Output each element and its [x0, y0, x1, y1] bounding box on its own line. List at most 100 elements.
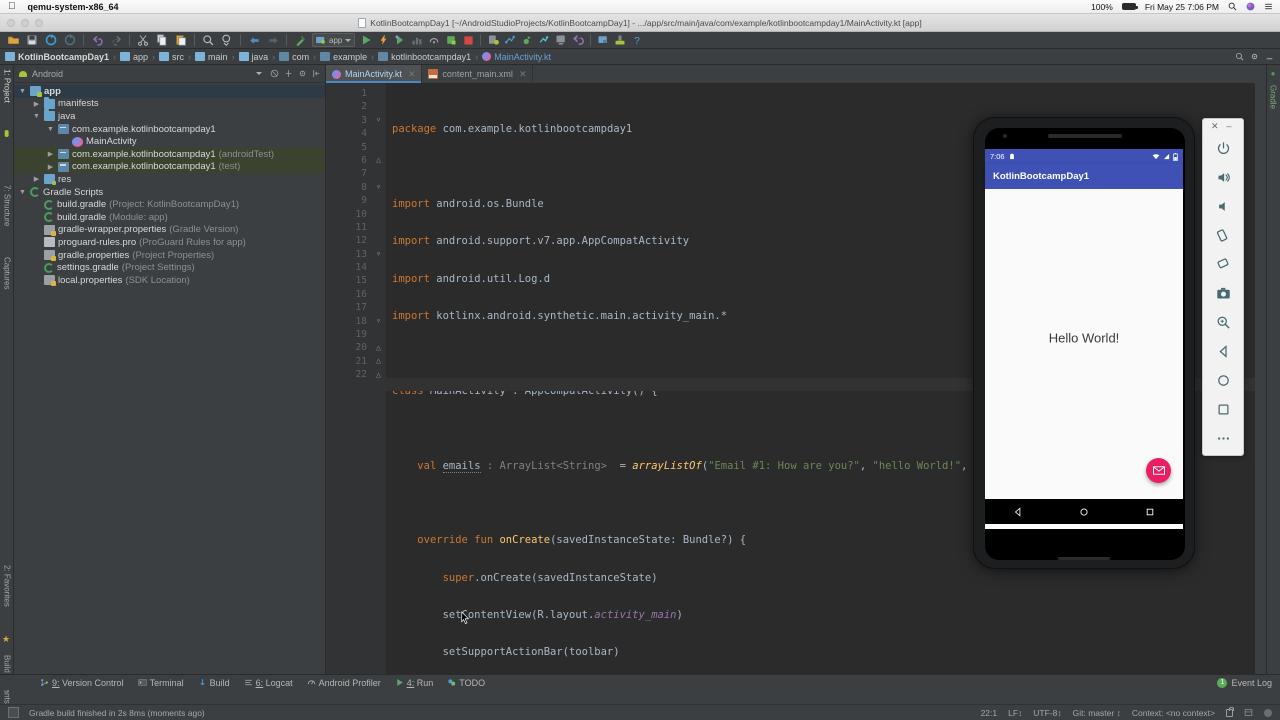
settings-gear-icon[interactable]	[298, 69, 307, 78]
floating-action-button[interactable]	[1146, 458, 1171, 483]
paste-icon[interactable]	[172, 33, 190, 48]
run-icon[interactable]	[358, 33, 374, 48]
build-hammer-icon[interactable]	[291, 33, 309, 48]
status-message[interactable]: Gradle build finished in 2s 8ms (moments…	[29, 708, 205, 718]
tool-window-run[interactable]: 4: Run	[395, 678, 433, 688]
save-all-icon[interactable]	[23, 33, 41, 48]
run-configuration-selector[interactable]: app	[312, 33, 356, 47]
sidebar-item-structure[interactable]: 7: Structure	[0, 185, 14, 251]
tree-node[interactable]: ▶ res	[14, 173, 325, 186]
android-emulator-window[interactable]: 7:06 KotlinBootcampDay1 Hello World!	[973, 117, 1195, 569]
emulator-close-button[interactable]: ✕	[1211, 122, 1219, 131]
breadcrumb-item-java[interactable]: java	[238, 52, 268, 62]
project-structure-icon[interactable]	[595, 33, 611, 48]
power-icon[interactable]	[1202, 134, 1244, 163]
breadcrumb-item-project[interactable]: KotlinBootcampDay1	[5, 52, 109, 62]
settings-icon[interactable]	[612, 33, 628, 48]
project-tree[interactable]: ▼ app ▶ manifests ▼ java ▼ com.example.kotlinbo…	[14, 83, 325, 289]
tool-window-logcat[interactable]: 6: Logcat	[244, 678, 293, 688]
zoom-icon[interactable]	[1202, 308, 1244, 337]
line-separator-selector[interactable]: LF↕	[1008, 708, 1022, 718]
debug-icon[interactable]	[375, 33, 391, 48]
breadcrumb-item-file[interactable]: MainActivity.kt	[482, 52, 551, 62]
tree-node[interactable]: settings.gradle (Project Settings)	[14, 261, 325, 274]
recents-square-icon[interactable]	[1145, 507, 1155, 517]
back-triangle-icon[interactable]	[1013, 506, 1023, 517]
tree-expand-arrow-icon[interactable]: ▼	[18, 88, 27, 95]
layout-inspector-icon[interactable]	[536, 33, 552, 48]
refresh-icon[interactable]	[61, 33, 79, 48]
hide-panel-icon[interactable]	[312, 69, 321, 78]
back-icon[interactable]	[245, 33, 263, 48]
emulator-minimize-button[interactable]: –	[1227, 122, 1232, 131]
event-log-button[interactable]: 1 Event Log	[1217, 677, 1272, 688]
cut-icon[interactable]	[134, 33, 152, 48]
tree-node[interactable]: build.gradle (Project: KotlinBootcampDay1…	[14, 198, 325, 211]
fold-imports-icon[interactable]: ▿	[374, 115, 383, 124]
tool-window-todo[interactable]: TODO	[447, 678, 485, 688]
overview-icon[interactable]	[1202, 395, 1244, 424]
copy-icon[interactable]	[153, 33, 171, 48]
open-folder-icon[interactable]	[4, 33, 22, 48]
tool-window-version-control[interactable]: 9: Version Control	[40, 678, 124, 688]
breadcrumb-item-main[interactable]: main	[195, 52, 228, 62]
git-branch-selector[interactable]: Git: master ↕	[1073, 708, 1121, 718]
sidebar-item-project[interactable]: 1: Project	[0, 69, 14, 127]
screenshot-camera-icon[interactable]	[1202, 279, 1244, 308]
emulator-screen[interactable]: 7:06 KotlinBootcampDay1 Hello World!	[985, 149, 1183, 529]
sdk-manager-icon[interactable]	[502, 33, 518, 48]
rotate-left-icon[interactable]	[1202, 221, 1244, 250]
tree-expand-arrow-icon[interactable]: ▶	[46, 163, 55, 171]
tree-node[interactable]: proguard-rules.pro (ProGuard Rules for ap…	[14, 236, 325, 249]
window-maximize-button[interactable]	[35, 19, 43, 27]
settings-gear-icon[interactable]	[1250, 52, 1259, 61]
tree-node[interactable]: gradle.properties (Project Properties)	[14, 249, 325, 262]
apple-logo-icon[interactable]: 	[8, 1, 16, 12]
window-controls[interactable]	[7, 19, 43, 27]
fold-end2-icon[interactable]: △	[374, 356, 383, 365]
tree-expand-arrow-icon[interactable]: ▼	[46, 126, 55, 133]
tree-node[interactable]: ▼ app	[14, 85, 325, 98]
tree-node[interactable]: ▶ com.example.kotlinbootcampday1 (androidT…	[14, 147, 325, 161]
tree-expand-arrow-icon[interactable]: ▼	[18, 189, 27, 196]
run-with-coverage-icon[interactable]	[392, 33, 408, 48]
help-icon[interactable]: ?	[629, 33, 645, 48]
chevron-down-icon[interactable]	[256, 72, 262, 75]
menubar-clock[interactable]: Fri May 25 7:06 PM	[1145, 2, 1219, 12]
memory-indicator-icon[interactable]	[1264, 708, 1272, 717]
tree-expand-arrow-icon[interactable]: ▼	[32, 113, 41, 120]
volume-down-icon[interactable]	[1202, 192, 1244, 221]
fold-class-icon[interactable]: ▿	[374, 182, 383, 191]
chevron-down-icon[interactable]	[345, 38, 352, 42]
breadcrumb-item-com[interactable]: com	[279, 52, 309, 62]
stop-process-icon[interactable]	[460, 33, 476, 48]
notification-center-icon[interactable]	[1264, 2, 1273, 11]
lock-icon[interactable]	[1226, 706, 1234, 717]
breadcrumb-item-example[interactable]: example	[320, 52, 367, 62]
tool-window-android-profiler[interactable]: Android Profiler	[307, 678, 381, 688]
close-icon[interactable]: ✕	[408, 69, 416, 80]
tree-expand-arrow-icon[interactable]: ▶	[32, 175, 41, 183]
siri-icon[interactable]	[1246, 2, 1255, 11]
tree-node[interactable]: ▼ java	[14, 109, 325, 123]
project-view-selector[interactable]: Android	[32, 69, 63, 79]
tree-node[interactable]: build.gradle (Module: app)	[14, 211, 325, 224]
app-content-area[interactable]: Hello World!	[985, 189, 1183, 499]
encoding-selector[interactable]: UTF-8↕	[1033, 708, 1061, 718]
attach-debugger-icon[interactable]	[426, 33, 442, 48]
sidebar-item-captures[interactable]: Captures	[0, 257, 14, 321]
tree-node[interactable]: ▼ com.example.kotlinbootcampday1	[14, 123, 325, 136]
fold-oncreate-icon[interactable]: ▿	[374, 249, 383, 258]
tree-node[interactable]: local.properties (SDK Location)	[14, 274, 325, 287]
fold-imports-end-icon[interactable]: △	[374, 155, 383, 164]
background-tasks-icon[interactable]	[8, 707, 19, 718]
spotlight-search-icon[interactable]	[1228, 2, 1237, 11]
home-circle-icon[interactable]	[1079, 507, 1089, 517]
find-icon[interactable]	[199, 33, 217, 48]
replace-icon[interactable]	[218, 33, 236, 48]
inspector-icon[interactable]	[1244, 708, 1253, 717]
tree-node[interactable]: gradle-wrapper.properties (Gradle Version…	[14, 224, 325, 237]
stop-icon[interactable]	[443, 33, 459, 48]
fold-foreach-icon[interactable]: ▿	[374, 316, 383, 325]
tree-node[interactable]: ▶ com.example.kotlinbootcampday1 (test)	[14, 160, 325, 174]
